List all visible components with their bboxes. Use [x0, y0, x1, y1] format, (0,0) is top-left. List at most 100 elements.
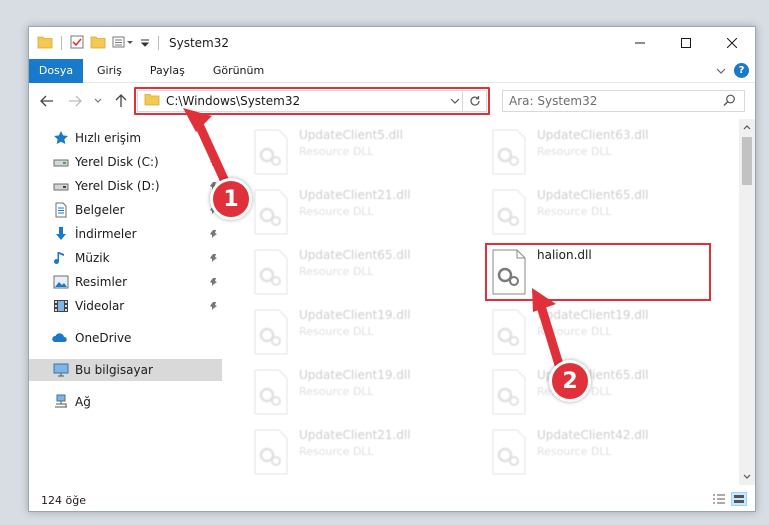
help-icon[interactable]: ?	[734, 63, 749, 78]
chevron-down-icon	[94, 98, 102, 103]
status-bar: 124 öğe	[29, 489, 755, 511]
tab-dosya[interactable]: Dosya	[29, 58, 83, 83]
sidebar-item-this-pc[interactable]: Bu bilgisayar	[29, 359, 222, 381]
close-button[interactable]	[709, 27, 755, 59]
file-type: Resource DLL	[299, 145, 374, 158]
details-view-button[interactable]	[711, 492, 727, 506]
list-item[interactable]: UpdateClient19.dll Resource DLL	[247, 363, 473, 421]
list-item[interactable]: UpdateClient65.dll Resource DLL	[247, 243, 473, 301]
address-bar-highlight	[134, 87, 490, 115]
dll-file-icon	[491, 429, 527, 475]
properties-check-icon[interactable]	[70, 35, 84, 52]
back-arrow-icon	[40, 95, 53, 107]
dll-file-icon	[253, 429, 289, 475]
back-button[interactable]	[37, 91, 57, 111]
chevron-up-icon	[743, 125, 751, 130]
maximize-icon	[681, 38, 691, 48]
file-type: Resource DLL	[537, 145, 612, 158]
up-button[interactable]	[111, 91, 131, 111]
scroll-up-button[interactable]	[739, 119, 755, 135]
recent-locations-button[interactable]	[91, 91, 105, 111]
dll-file-icon	[253, 309, 289, 355]
file-name: UpdateClient65.dll	[299, 248, 411, 262]
sidebar-item-label: İndirmeler	[75, 227, 137, 241]
sidebar-item-music[interactable]: Müzik	[29, 247, 222, 269]
list-item[interactable]: UpdateClient42.dll Resource DLL	[485, 423, 711, 481]
pin-icon[interactable]	[209, 252, 219, 266]
maximize-button[interactable]	[663, 27, 709, 59]
minimize-button[interactable]	[617, 27, 663, 59]
video-icon	[53, 298, 69, 314]
dll-file-icon	[253, 249, 289, 295]
sidebar-item-label: Hızlı erişim	[75, 131, 142, 145]
dll-file-icon	[491, 309, 527, 355]
dll-file-icon	[491, 129, 527, 175]
file-name: UpdateClient63.dll	[537, 128, 649, 142]
tab-gorunum[interactable]: Görünüm	[199, 59, 278, 83]
sidebar-item-onedrive[interactable]: OneDrive	[29, 327, 222, 349]
up-arrow-icon	[115, 94, 127, 107]
sidebar-item-local-disk-c[interactable]: Yerel Disk (C:)	[29, 151, 222, 173]
step-1-badge: 1	[210, 178, 252, 220]
file-name: UpdateClient19.dll	[299, 368, 411, 382]
pin-icon[interactable]	[209, 300, 219, 314]
file-name: UpdateClient21.dll	[299, 428, 411, 442]
sidebar-item-videos[interactable]: Videolar	[29, 295, 222, 317]
file-name: UpdateClient65.dll	[537, 188, 649, 202]
expand-ribbon-icon[interactable]	[716, 64, 726, 78]
item-count: 124 öğe	[41, 493, 86, 507]
list-item[interactable]: UpdateClient65.dll Resource DLL	[485, 363, 711, 421]
sidebar-item-local-disk-d[interactable]: Yerel Disk (D:)	[29, 175, 222, 197]
file-type: Resource DLL	[537, 445, 612, 458]
file-type: Resource DLL	[299, 325, 374, 338]
list-item[interactable]: UpdateClient21.dll Resource DLL	[247, 183, 473, 241]
tab-giris[interactable]: Giriş	[83, 59, 136, 83]
sidebar-item-downloads[interactable]: İndirmeler	[29, 223, 222, 245]
search-box[interactable]	[502, 90, 745, 112]
file-type: Resource DLL	[537, 205, 612, 218]
sidebar-item-pictures[interactable]: Resimler	[29, 271, 222, 293]
customize-toolbar-icon[interactable]	[112, 35, 134, 52]
list-item[interactable]: UpdateClient21.dll Resource DLL	[247, 423, 473, 481]
dll-file-icon	[253, 189, 289, 235]
list-item[interactable]: UpdateClient19.dll Resource DLL	[485, 303, 711, 361]
network-icon	[53, 394, 69, 410]
pin-icon[interactable]	[209, 156, 219, 170]
forward-button[interactable]	[65, 91, 85, 111]
file-name: UpdateClient42.dll	[537, 428, 649, 442]
scroll-down-button[interactable]	[739, 469, 755, 485]
folder-icon[interactable]	[37, 35, 53, 52]
file-name: UpdateClient19.dll	[299, 308, 411, 322]
file-type: Resource DLL	[299, 445, 374, 458]
search-icon[interactable]	[723, 94, 736, 110]
download-icon	[53, 226, 69, 242]
list-item[interactable]: UpdateClient5.dll Resource DLL	[247, 123, 473, 181]
list-item[interactable]: UpdateClient63.dll Resource DLL	[485, 123, 711, 181]
scrollbar-thumb[interactable]	[742, 137, 752, 185]
list-item[interactable]: UpdateClient65.dll Resource DLL	[485, 183, 711, 241]
sidebar-item-documents[interactable]: Belgeler	[29, 199, 222, 221]
navigation-bar: C:\Windows\System32	[29, 85, 755, 117]
sidebar-item-quick-access[interactable]: Hızlı erişim	[29, 127, 222, 149]
music-icon	[53, 250, 69, 266]
sidebar-item-label: Videolar	[75, 299, 125, 313]
search-input[interactable]	[509, 94, 709, 108]
tiles-view-button[interactable]	[731, 492, 747, 506]
sidebar-item-label: OneDrive	[75, 331, 132, 345]
file-type: Resource DLL	[537, 325, 612, 338]
drive-icon	[53, 154, 69, 170]
window-controls	[617, 27, 755, 59]
sidebar-item-label: Resimler	[75, 275, 128, 289]
computer-icon	[53, 362, 69, 378]
list-item[interactable]: UpdateClient19.dll Resource DLL	[247, 303, 473, 361]
drive-icon	[53, 178, 69, 194]
tab-paylas[interactable]: Paylaş	[136, 59, 199, 83]
pin-icon[interactable]	[209, 276, 219, 290]
close-icon	[727, 38, 737, 48]
tiles-view-icon	[734, 495, 744, 503]
sidebar-item-network[interactable]: Ağ	[29, 391, 222, 413]
new-folder-icon[interactable]	[90, 35, 106, 52]
vertical-scrollbar[interactable]	[739, 119, 755, 485]
pin-icon[interactable]	[209, 228, 219, 242]
toolbar-dropdown-icon[interactable]	[140, 35, 150, 52]
